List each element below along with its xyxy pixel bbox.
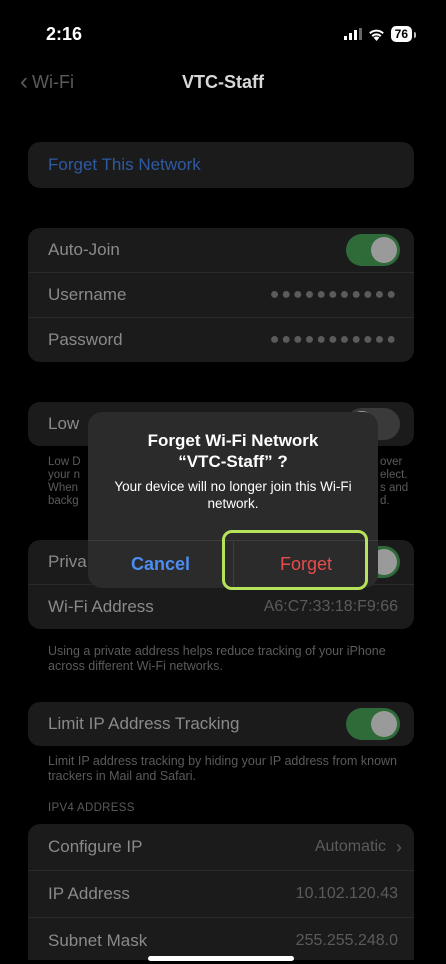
ipv4-section-header: IPV4 ADDRESS [48,802,135,814]
auto-join-toggle[interactable] [346,234,400,266]
screen: 2:16 76 ‹ Wi-Fi VTC-Staff Forget This Ne… [4,4,442,960]
status-bar: 2:16 76 [46,24,417,48]
configure-ip-label: Configure IP [48,837,143,856]
ip-address-value: 10.102.120.43 [295,885,398,902]
password-label: Password [48,330,123,349]
forget-button-highlight [222,530,368,590]
configure-ip-value: Automatic [314,838,386,855]
status-icons: 76 [343,26,417,42]
alert-title-line: Forget Wi-Fi Network [147,431,319,450]
home-indicator [148,956,294,961]
private-address-note: Using a private address helps reduce tra… [48,644,386,673]
subnet-mask-value: 255.255.248.0 [295,932,398,949]
ipv4-card: Configure IP Automatic › IP Address 10.1… [28,824,414,960]
forget-network-card: Forget This Network [28,142,414,188]
note-line: elect. [380,469,408,481]
alert-message: Your device will no longer join this Wi-… [114,479,352,511]
note-line: your n [48,469,80,481]
ip-address-label: IP Address [48,884,130,903]
note-line: backg [48,495,79,507]
page-title: VTC-Staff [182,72,264,92]
alert-title-line: “VTC-Staff” ? [178,452,288,471]
ip-address-row: IP Address 10.102.120.43 [28,870,414,917]
low-data-label: Low [48,414,80,433]
configure-ip-row[interactable]: Configure IP Automatic › [28,824,414,870]
private-address-label: Priva [48,552,87,571]
wifi-icon [368,29,384,41]
cancel-button[interactable]: Cancel [88,541,233,588]
note-line: s and [380,482,409,494]
password-row[interactable]: Password ●●●●●●●●●●● [28,317,414,362]
username-value: ●●●●●●●●●●● [269,286,398,303]
status-time: 2:16 [46,24,83,44]
credentials-card: Auto-Join Username ●●●●●●●●●●● Password … [28,228,414,362]
low-data-note-left: Low D your n When backg [48,456,88,508]
wifi-address-label: Wi-Fi Address [48,597,154,616]
limit-ip-card: Limit IP Address Tracking [28,702,414,746]
battery-icon: 76 [390,26,417,42]
forget-network-row[interactable]: Forget This Network [28,142,414,188]
note-line: over [380,456,403,468]
username-row[interactable]: Username ●●●●●●●●●●● [28,272,414,317]
limit-ip-toggle[interactable] [346,708,400,740]
limit-ip-label: Limit IP Address Tracking [48,714,240,733]
limit-ip-note: Limit IP address tracking by hiding your… [48,754,398,783]
alert-title: Forget Wi-Fi Network “VTC-Staff” ? [88,412,378,472]
navigation-bar: ‹ Wi-Fi VTC-Staff [4,70,442,100]
toggle-knob [371,237,397,263]
note-line: Low D [48,456,81,468]
auto-join-label: Auto-Join [48,240,120,259]
wifi-address-value: A6:C7:33:18:F9:66 [263,598,398,615]
wifi-address-row: Wi-Fi Address A6:C7:33:18:F9:66 [28,584,414,629]
username-label: Username [48,285,127,304]
note-line: When [48,482,79,494]
toggle-knob [371,711,397,737]
password-value: ●●●●●●●●●●● [269,331,398,348]
limit-ip-row: Limit IP Address Tracking [28,702,414,746]
low-data-note-right: over elect. s and d. [380,456,420,508]
auto-join-row: Auto-Join [28,228,414,272]
subnet-mask-label: Subnet Mask [48,931,148,950]
chevron-right-icon: › [396,836,402,857]
note-line: d. [380,495,390,507]
cellular-signal-icon [343,28,362,40]
subnet-mask-row: Subnet Mask 255.255.248.0 [28,917,414,960]
